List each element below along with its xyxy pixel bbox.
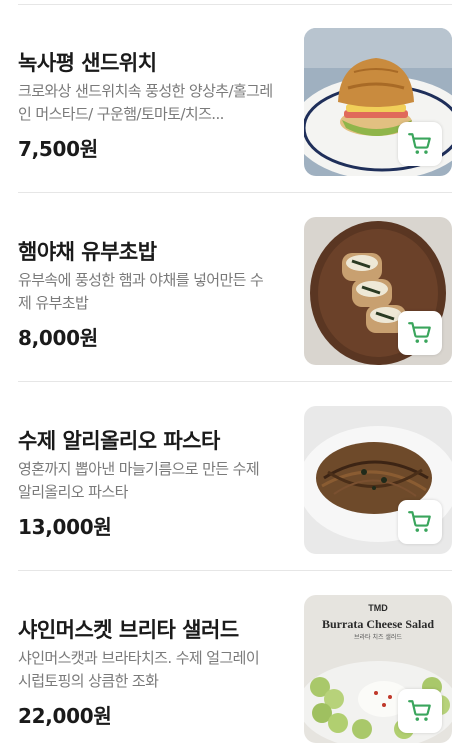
- menu-item-salad[interactable]: 샤인머스켓 브리타 샐러드 샤인머스캣과 브라타치즈. 수제 얼그레이 시럽토핑…: [0, 571, 466, 752]
- pasta-photo[interactable]: [304, 406, 452, 554]
- menu-item-inari[interactable]: 햄야채 유부초밥 유부속에 풍성한 햄과 야채를 넣어만든 수제 유부초밥 8,…: [0, 193, 466, 382]
- add-to-cart-button[interactable]: [398, 500, 442, 544]
- item-description: 영혼까지 뽑아낸 마늘기름으로 만든 수제 알리올리오 파스타: [18, 460, 260, 501]
- item-description: 유부속에 풍성한 햄과 야채를 넣어만든 수제 유부초밥: [18, 271, 264, 312]
- menu-item-pasta[interactable]: 수제 알리올리오 파스타 영혼까지 뽑아낸 마늘기름으로 만든 수제 알리올리오…: [0, 382, 466, 571]
- item-description: 샤인머스캣과 브라타치즈. 수제 얼그레이 시럽토핑의 상큼한 조화: [18, 649, 260, 690]
- inari-sushi-photo[interactable]: [304, 217, 452, 365]
- item-description: 크로와상 샌드위치속 풍성한 양상추/홀그레인 머스타드/ 구운햄/토마토/치즈…: [18, 82, 273, 123]
- burrata-salad-photo[interactable]: TMD Burrata Cheese Salad 브라타 치즈 샐러드: [304, 595, 452, 743]
- cart-icon: [408, 511, 431, 532]
- menu-item-sandwich[interactable]: 녹사평 샌드위치 크로와상 샌드위치속 풍성한 양상추/홀그레인 머스타드/ 구…: [0, 4, 466, 193]
- image-sub-text: 브라타 치즈 샐러드: [354, 633, 402, 641]
- item-price: 22,000원: [18, 704, 112, 728]
- item-price: 13,000원: [18, 515, 112, 539]
- item-name: 수제 알리올리오 파스타: [18, 429, 220, 453]
- item-name: 햄야채 유부초밥: [18, 240, 157, 264]
- cart-icon: [408, 700, 431, 721]
- croissant-sandwich-photo[interactable]: [304, 28, 452, 176]
- cart-icon: [408, 133, 431, 154]
- add-to-cart-button[interactable]: [398, 311, 442, 355]
- item-name: 녹사평 샌드위치: [18, 51, 157, 75]
- add-to-cart-button[interactable]: [398, 689, 442, 733]
- cart-icon: [408, 322, 431, 343]
- image-title-text: Burrata Cheese Salad: [322, 617, 434, 631]
- item-price: 7,500원: [18, 137, 98, 161]
- item-price: 8,000원: [18, 326, 98, 350]
- image-brand-text: TMD: [368, 603, 388, 613]
- add-to-cart-button[interactable]: [398, 122, 442, 166]
- item-name: 샤인머스켓 브리타 샐러드: [18, 618, 239, 642]
